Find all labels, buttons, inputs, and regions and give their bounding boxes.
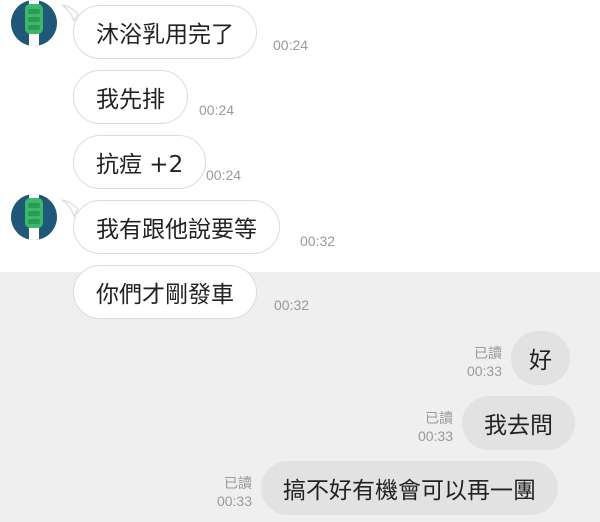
message-text: 抗痘 +2 [96, 152, 184, 178]
read-receipt: 已讀 00:33 [440, 344, 502, 380]
read-label: 已讀 [474, 345, 502, 361]
message-text: 好 [529, 348, 552, 374]
message-timestamp: 00:33 [216, 493, 252, 509]
message-text: 你們才剛發車 [96, 282, 234, 308]
outgoing-message-bubble[interactable]: 我去問 [462, 396, 575, 450]
read-receipt: 已讀 00:33 [190, 474, 252, 510]
message-timestamp: 00:32 [274, 297, 310, 313]
message-timestamp: 00:32 [300, 233, 336, 249]
read-label: 已讀 [425, 410, 453, 426]
read-label: 已讀 [224, 475, 252, 491]
incoming-message-bubble[interactable]: 抗痘 +2 [73, 135, 207, 189]
message-timestamp: 00:24 [199, 102, 235, 118]
outgoing-message-bubble[interactable]: 搞不好有機會可以再一團 [261, 461, 558, 515]
incoming-message-bubble[interactable]: 沐浴乳用完了 [73, 5, 257, 59]
message-text: 我先排 [96, 87, 165, 113]
message-timestamp: 00:33 [466, 363, 502, 379]
traffic-light-avatar-icon [25, 194, 43, 240]
message-text: 我有跟他說要等 [96, 217, 257, 243]
message-text: 我去問 [484, 413, 553, 439]
incoming-message-bubble[interactable]: 你們才剛發車 [73, 265, 257, 319]
message-text: 搞不好有機會可以再一團 [283, 478, 536, 504]
incoming-message-bubble[interactable]: 我有跟他說要等 [73, 200, 280, 254]
traffic-light-avatar-icon [25, 0, 43, 46]
contact-avatar[interactable] [11, 0, 57, 46]
message-timestamp: 00:24 [273, 37, 309, 53]
message-timestamp: 00:33 [417, 428, 453, 444]
message-timestamp: 00:24 [206, 167, 242, 183]
contact-avatar[interactable] [11, 194, 57, 240]
read-receipt: 已讀 00:33 [391, 409, 453, 445]
incoming-message-bubble[interactable]: 我先排 [73, 70, 188, 124]
message-text: 沐浴乳用完了 [96, 22, 234, 48]
outgoing-message-bubble[interactable]: 好 [511, 331, 570, 385]
